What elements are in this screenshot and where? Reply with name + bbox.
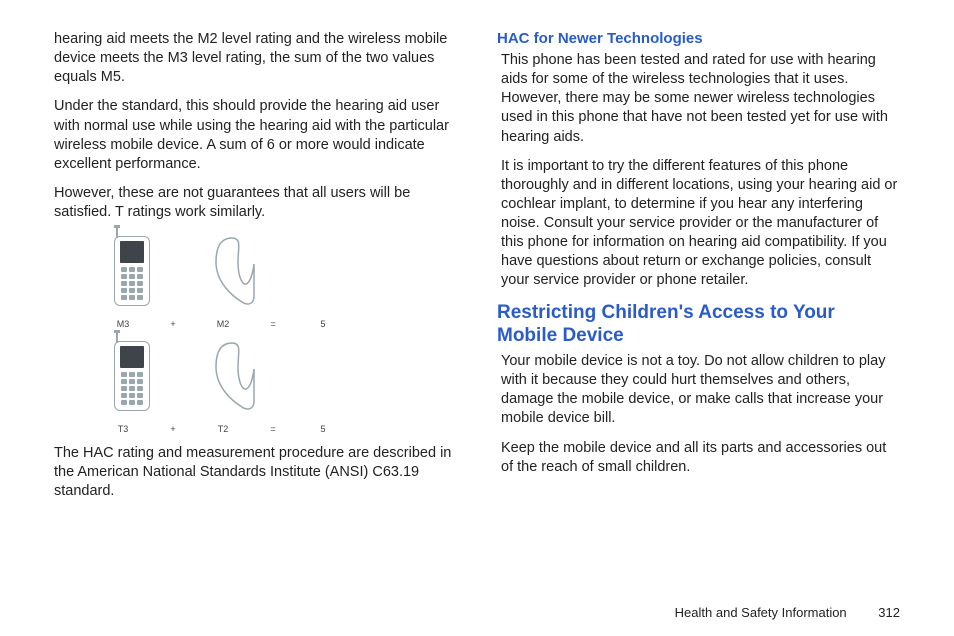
eq-term: M2 bbox=[212, 319, 234, 329]
page: hearing aid meets the M2 level rating an… bbox=[0, 0, 954, 636]
hearing-aid-icon bbox=[202, 234, 262, 309]
eq-result: 5 bbox=[312, 319, 334, 329]
diagram-row-t: T3 + T2 = 5 bbox=[102, 337, 332, 442]
equation-m: M3 + M2 = 5 bbox=[112, 319, 334, 329]
page-number: 312 bbox=[878, 605, 900, 620]
equation-t: T3 + T2 = 5 bbox=[112, 424, 334, 434]
left-para-4: The HAC rating and measurement procedure… bbox=[54, 444, 457, 501]
footer-label: Health and Safety Information bbox=[675, 605, 847, 620]
section-heading-restricting: Restricting Children's Access to Your Mo… bbox=[497, 301, 900, 349]
left-para-3: However, these are not guarantees that a… bbox=[54, 184, 457, 222]
eq-op: + bbox=[162, 424, 184, 434]
left-para-2: Under the standard, this should provide … bbox=[54, 97, 457, 174]
mobile-phone-icon bbox=[114, 236, 150, 306]
eq-term: T3 bbox=[112, 424, 134, 434]
right-para-3: Your mobile device is not a toy. Do not … bbox=[497, 352, 900, 429]
right-para-2: It is important to try the different fea… bbox=[497, 157, 900, 291]
eq-op: = bbox=[262, 424, 284, 434]
subheading-hac: HAC for Newer Technologies bbox=[497, 30, 900, 47]
eq-term: M3 bbox=[112, 319, 134, 329]
eq-op: + bbox=[162, 319, 184, 329]
eq-result: 5 bbox=[312, 424, 334, 434]
right-para-1: This phone has been tested and rated for… bbox=[497, 51, 900, 147]
page-footer: Health and Safety Information 312 bbox=[675, 605, 900, 620]
right-para-4: Keep the mobile device and all its parts… bbox=[497, 439, 900, 477]
left-para-1: hearing aid meets the M2 level rating an… bbox=[54, 30, 457, 87]
mobile-phone-icon bbox=[114, 341, 150, 411]
right-column: HAC for Newer Technologies This phone ha… bbox=[497, 30, 900, 612]
hearing-aid-icon bbox=[202, 339, 262, 414]
diagram-row-m: M3 + M2 = 5 bbox=[102, 232, 332, 337]
columns: hearing aid meets the M2 level rating an… bbox=[54, 30, 900, 612]
left-column: hearing aid meets the M2 level rating an… bbox=[54, 30, 457, 612]
eq-op: = bbox=[262, 319, 284, 329]
eq-term: T2 bbox=[212, 424, 234, 434]
hac-diagram: M3 + M2 = 5 bbox=[102, 232, 332, 442]
